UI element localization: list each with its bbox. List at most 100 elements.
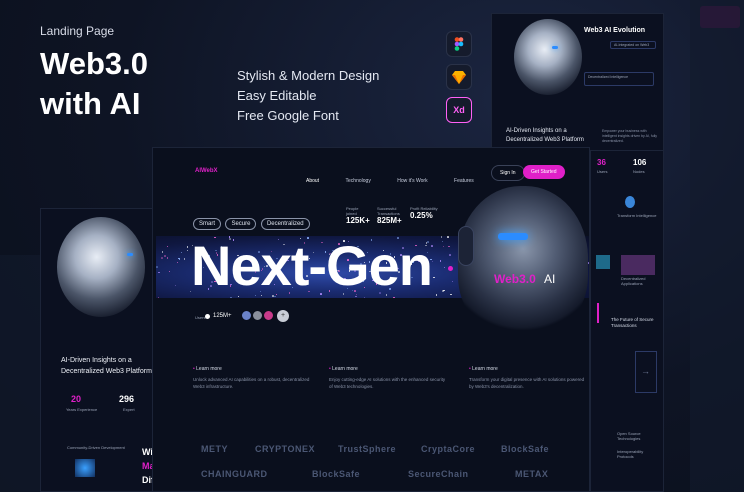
learn-more-link[interactable]: • Learn more: [193, 366, 313, 372]
star-dot: [157, 296, 160, 298]
signin-button[interactable]: Sign In: [491, 165, 525, 181]
site-logo[interactable]: AIWebX: [195, 168, 218, 174]
hero-web3-label: Web3.0: [494, 272, 536, 286]
hero-title: Next-Gen: [191, 234, 433, 297]
brand-logo: TrustSphere: [338, 444, 397, 454]
star-dot: [442, 290, 444, 292]
get-started-button[interactable]: Get Started: [523, 165, 565, 179]
list-item: Decentralized Applications: [621, 276, 646, 286]
stat-value: 0.25%: [410, 211, 433, 220]
stat-label: Users: [597, 169, 608, 174]
main-mockup: AIWebX About Technology How it's Work Fe…: [152, 147, 590, 492]
list-item: Open Source Technologies: [617, 431, 641, 441]
chip: Decentralized Intelligence: [584, 72, 654, 86]
intro-title: Web3.0 with AI: [40, 44, 148, 124]
star-dot: [158, 271, 160, 274]
feature-list: Stylish & Modern Design Easy Editable Fr…: [237, 66, 379, 126]
thumb-image: [75, 459, 95, 477]
stat-label: Years Experience: [66, 407, 98, 412]
preview-card-left: AI-Driven Insights on a Decentralized We…: [40, 208, 160, 492]
star-dot: [443, 266, 446, 269]
robot-eye: [127, 253, 133, 256]
learn-more-link[interactable]: • Learn more: [469, 366, 589, 372]
star-dot: [164, 255, 166, 257]
brand-logo: BlockSafe: [501, 444, 550, 454]
stat-label: Nodes: [633, 169, 645, 174]
stat-value: 20: [71, 394, 82, 404]
feature-item: Easy Editable: [237, 88, 317, 103]
avatar: [241, 310, 252, 321]
star-dot: [451, 280, 454, 283]
card-heading: AI-Driven Insights on a Decentralized We…: [506, 128, 584, 143]
thumb-image: [596, 255, 610, 269]
star-dot: [442, 245, 445, 248]
learn-more-link[interactable]: • Learn more: [329, 366, 449, 372]
star-dot: [178, 258, 180, 261]
sketch-icon: [446, 64, 472, 90]
brand-logo: CryptaCore: [421, 444, 476, 454]
star-dot: [166, 245, 169, 248]
robot-image: [458, 186, 588, 336]
star-dot: [174, 284, 177, 287]
list-item: Community-Driven Development: [67, 445, 125, 450]
nav-item-about[interactable]: About: [306, 178, 319, 184]
card-desc: Empower your business with intelligent i…: [602, 129, 658, 143]
star-dot: [433, 276, 435, 279]
star-dot: [435, 294, 438, 296]
accent-bar: [597, 303, 599, 323]
add-avatar-icon[interactable]: +: [277, 310, 289, 322]
bg-panel-right: [690, 0, 744, 492]
stat-value: 296: [119, 394, 135, 404]
xd-icon: Xd: [446, 97, 472, 123]
xd-icon-label: Xd: [453, 105, 465, 115]
learn-text: Enjoy cutting-edge AI solutions with the…: [329, 377, 446, 389]
stat-value: 125K+: [346, 216, 370, 225]
star-dot: [166, 257, 169, 259]
intro-title-line2: with AI: [40, 86, 141, 121]
nav-item-technology[interactable]: Technology: [346, 178, 371, 184]
stat-block: Successful Transactions 825M+: [377, 206, 407, 225]
tag-list: Smart Secure Decentralized: [193, 212, 310, 230]
users-value: 125M+: [213, 313, 232, 319]
stat-label: People joined: [346, 206, 359, 216]
learn-block: • Learn more Enjoy cutting-edge AI solut…: [329, 366, 449, 390]
stat-value: 825M+: [377, 216, 402, 225]
top-nav: About Technology How it's Work Features: [306, 169, 496, 187]
star-dot: [439, 260, 442, 262]
intro-title-line1: Web3.0: [40, 46, 148, 81]
robot-eye: [552, 46, 558, 49]
star-dot: [450, 293, 452, 296]
arrow-right-icon: →: [641, 366, 650, 376]
star-dot: [440, 236, 443, 238]
canvas: Landing Page Web3.0 with AI Stylish & Mo…: [0, 0, 744, 492]
bg-thumb: [700, 6, 740, 28]
stat-block: Profit Reliability 0.25%: [410, 206, 440, 220]
preview-card-right-lower: 36 Users 106 Nodes Transform Intelligenc…: [590, 150, 664, 492]
preview-card-right: Web3 AI Evolution AI-Integrated on Web3 …: [491, 13, 664, 168]
list-item: The Future of Secure Transactions: [611, 317, 654, 328]
star-dot: [449, 254, 451, 256]
star-dot: [447, 236, 449, 238]
brand-logo: CHAINGUARD: [201, 469, 268, 479]
robot-thumb: [625, 196, 635, 208]
nav-item-how-it-works[interactable]: How it's Work: [397, 178, 427, 184]
users-dot: [205, 314, 210, 319]
users-label: Users: [195, 315, 206, 320]
robot-image: [514, 19, 582, 95]
brand-logo: METAX: [515, 469, 549, 479]
figma-icon: [446, 31, 472, 57]
arrow-box[interactable]: →: [635, 351, 657, 393]
star-dot: [161, 251, 164, 253]
star-dot: [168, 270, 171, 273]
tag-pill: Secure: [225, 218, 257, 230]
tag-pill: Smart: [193, 218, 222, 230]
list-item: Interoperability Protocols: [617, 449, 644, 459]
stat-label: Expert: [123, 407, 135, 412]
nav-item-features[interactable]: Features: [454, 178, 474, 184]
star-dot: [156, 266, 158, 268]
brand-logo: SecureChain: [408, 469, 469, 479]
star-dot: [186, 246, 189, 248]
thumb-image: [621, 255, 655, 275]
card-title: Web3 AI Evolution: [584, 27, 646, 34]
star-dot: [448, 245, 450, 248]
